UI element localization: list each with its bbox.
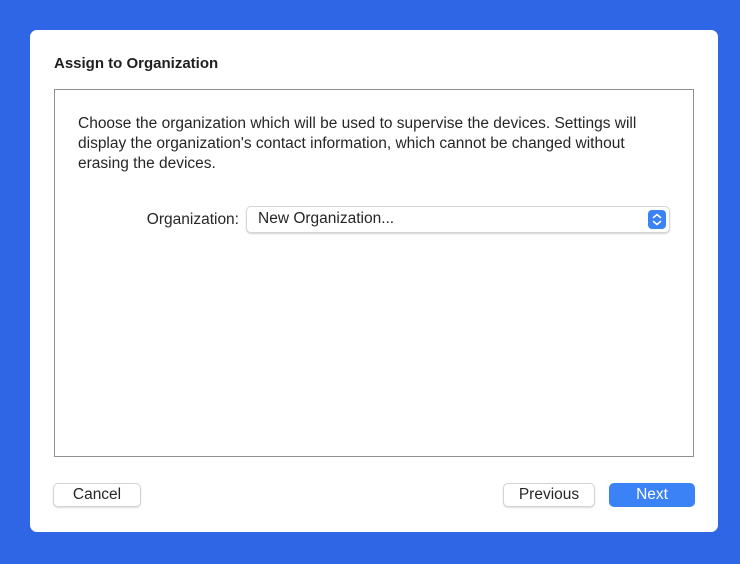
- up-down-chevron-icon[interactable]: [648, 210, 666, 229]
- next-button[interactable]: Next: [609, 483, 695, 507]
- cancel-button[interactable]: Cancel: [53, 483, 141, 507]
- content-panel: Choose the organization which will be us…: [54, 89, 694, 457]
- organization-select[interactable]: New Organization...: [246, 206, 670, 233]
- dialog-description: Choose the organization which will be us…: [78, 115, 637, 172]
- organization-select-value: New Organization...: [258, 210, 395, 227]
- previous-button[interactable]: Previous: [503, 483, 595, 507]
- assign-organization-dialog: Assign to Organization Choose the organi…: [30, 30, 718, 532]
- organization-label: Organization:: [146, 211, 239, 228]
- dialog-title: Assign to Organization: [54, 55, 219, 72]
